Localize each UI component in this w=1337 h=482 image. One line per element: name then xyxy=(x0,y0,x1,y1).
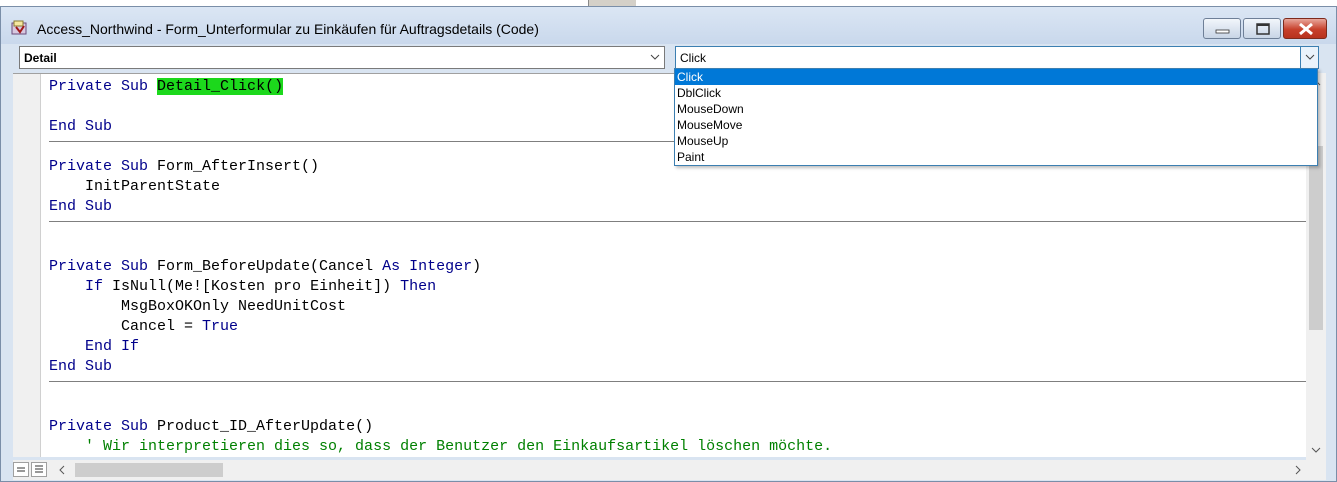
window-title: Access_Northwind - Form_Unterformular zu… xyxy=(37,21,539,37)
code-line: Private Sub Form_BeforeUpdate(Cancel As … xyxy=(49,258,482,275)
horizontal-scroll-thumb[interactable] xyxy=(75,463,223,477)
title-bar[interactable]: Access_Northwind - Form_Unterformular zu… xyxy=(1,7,1336,44)
object-dropdown[interactable]: Detail xyxy=(19,46,665,69)
procedure-view-icon xyxy=(17,467,25,472)
procedure-dropdown-button[interactable] xyxy=(1300,47,1318,68)
scroll-right-icon[interactable] xyxy=(1293,464,1303,476)
scroll-left-icon[interactable] xyxy=(57,464,67,476)
code-line: Private Sub Product_ID_AfterUpdate() xyxy=(49,418,374,435)
vertical-scroll-thumb[interactable] xyxy=(1309,146,1323,330)
object-dropdown-value: Detail xyxy=(24,51,57,65)
code-line: MsgBoxOKOnly NeedUnitCost xyxy=(49,298,347,315)
dropdown-item-mousedown[interactable]: MouseDown xyxy=(675,101,1317,117)
full-module-view-button[interactable] xyxy=(31,462,47,477)
code-comment: ' Wir interpretieren dies so, dass der B… xyxy=(85,438,833,455)
code-line: End If xyxy=(85,338,140,355)
procedure-dropdown-value: Click xyxy=(680,51,706,65)
procedure-separator xyxy=(49,381,1306,382)
maximize-icon xyxy=(1256,23,1270,35)
code-line: End Sub xyxy=(49,118,113,135)
close-icon xyxy=(1299,22,1313,36)
code-line: Private Sub Detail_Click() xyxy=(49,78,284,95)
full-module-view-icon xyxy=(35,465,43,473)
maximize-button[interactable] xyxy=(1243,18,1281,39)
code-line: If IsNull(Me![Kosten pro Einheit]) Then xyxy=(85,278,437,295)
scroll-down-icon[interactable] xyxy=(1310,445,1322,455)
procedure-dropdown[interactable]: Click xyxy=(675,46,1319,69)
code-line: End Sub xyxy=(49,198,113,215)
code-line: Private Sub Form_AfterInsert() xyxy=(49,158,320,175)
code-line: Cancel = True xyxy=(49,318,239,335)
procedure-separator xyxy=(49,221,1306,222)
chevron-down-icon xyxy=(650,54,660,60)
chevron-down-icon xyxy=(1305,54,1315,60)
minimize-button[interactable] xyxy=(1203,18,1241,39)
code-line: End Sub xyxy=(49,358,113,375)
horizontal-scrollbar[interactable] xyxy=(13,460,1326,480)
dropdown-item-paint[interactable]: Paint xyxy=(675,149,1317,165)
procedure-dropdown-list[interactable]: Click DblClick MouseDown MouseMove Mouse… xyxy=(674,68,1318,166)
dropdown-item-click[interactable]: Click xyxy=(675,69,1317,85)
highlighted-procedure-name: Detail_Click() xyxy=(157,78,284,95)
minimize-icon xyxy=(1215,29,1230,34)
procedure-view-button[interactable] xyxy=(13,462,29,477)
dropdown-item-mouseup[interactable]: MouseUp xyxy=(675,133,1317,149)
margin-indicator-bar[interactable] xyxy=(13,74,41,457)
vba-module-icon xyxy=(11,20,27,35)
code-line: InitParentState xyxy=(49,178,221,195)
dropdown-item-dblclick[interactable]: DblClick xyxy=(675,85,1317,101)
dropdown-item-mousemove[interactable]: MouseMove xyxy=(675,117,1317,133)
close-button[interactable] xyxy=(1283,18,1327,39)
code-line: ' Wir interpretieren dies so, dass der B… xyxy=(49,437,832,457)
